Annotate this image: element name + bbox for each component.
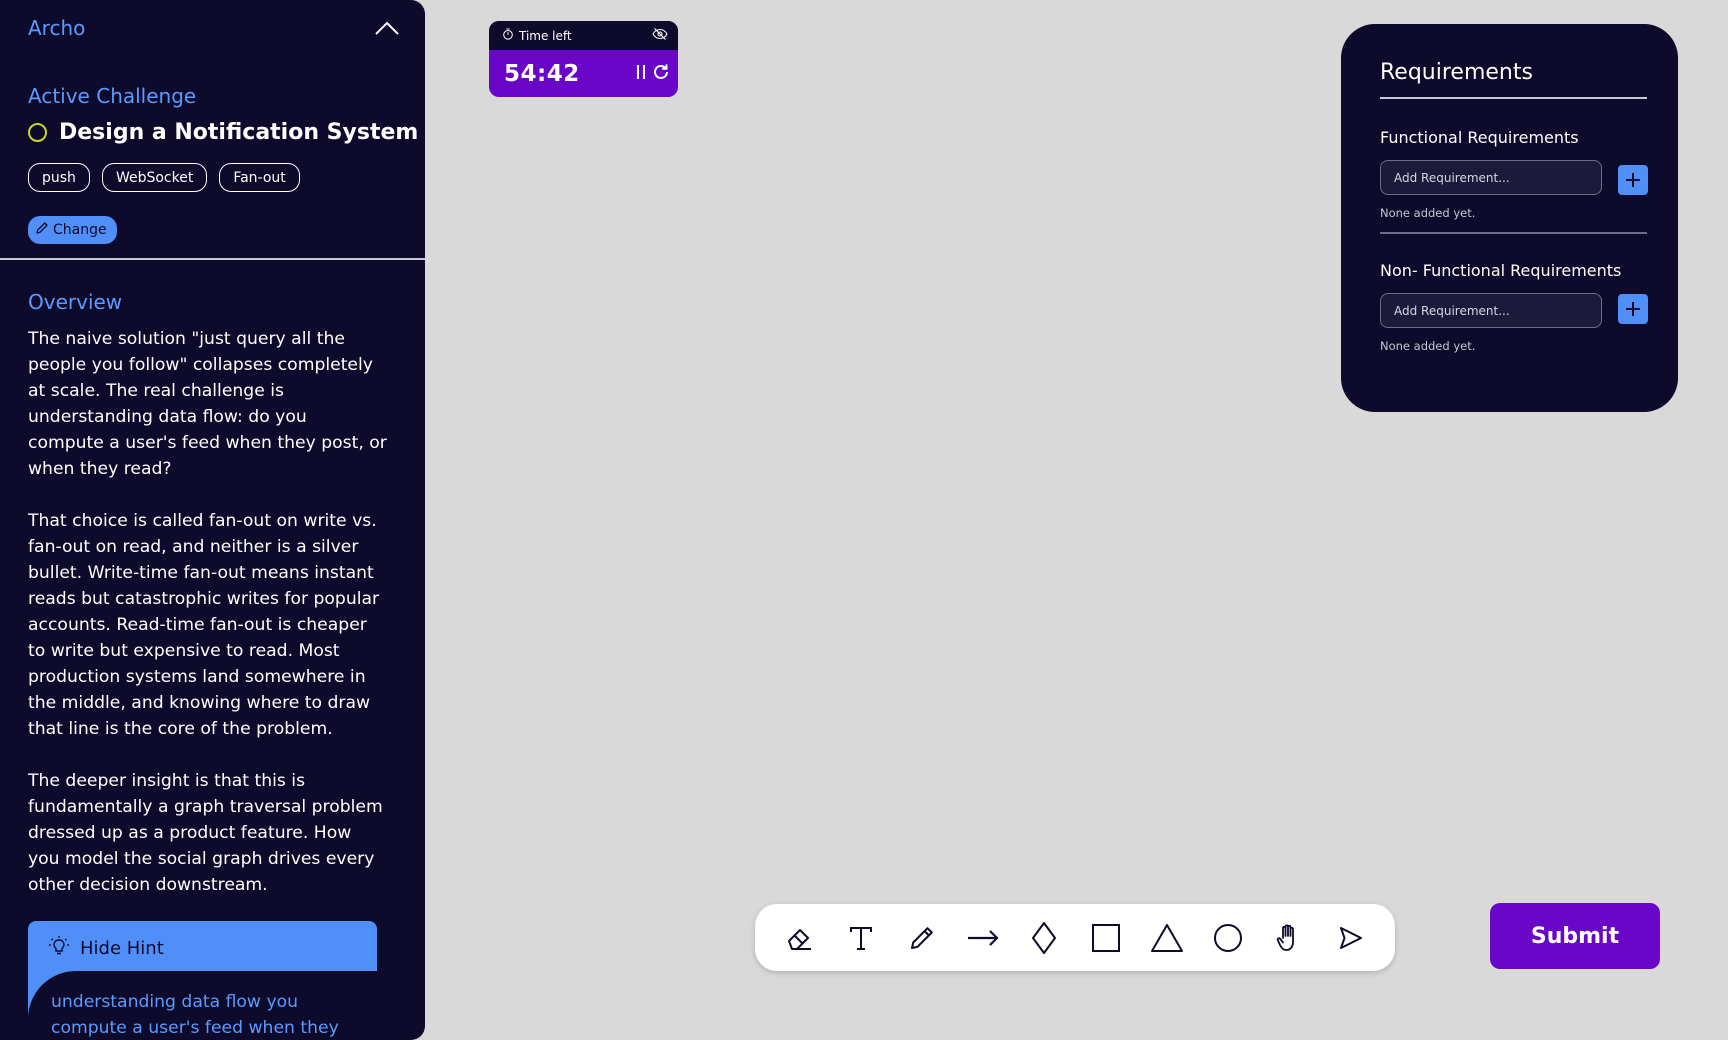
requirements-title: Requirements — [1380, 60, 1533, 85]
overview-label: Overview — [28, 290, 123, 314]
timer-widget: Time left 54:42 — [489, 21, 678, 97]
non-functional-requirements-title: Non- Functional Requirements — [1380, 261, 1622, 280]
sidebar-header: Archo — [28, 16, 401, 40]
hide-hint-label: Hide Hint — [80, 938, 164, 959]
pointer-icon[interactable] — [1327, 915, 1373, 961]
requirements-panel: Requirements Functional Requirements Non… — [1341, 24, 1678, 412]
add-non-functional-requirement-button[interactable] — [1618, 294, 1648, 324]
change-button-label: Change — [53, 222, 107, 238]
functional-empty-text: None added yet. — [1380, 206, 1476, 220]
requirements-section-divider — [1380, 232, 1647, 234]
pause-icon[interactable] — [634, 63, 648, 85]
challenge-title: Design a Notification System — [59, 120, 419, 145]
circle-icon[interactable] — [1205, 915, 1251, 961]
tag-push: push — [28, 163, 90, 192]
hint-text: understanding data flow you compute a us… — [51, 992, 339, 1038]
overview-paragraph: The naive solution "just query all the p… — [28, 329, 387, 479]
text-icon[interactable] — [838, 915, 884, 961]
lightbulb-icon — [48, 935, 70, 962]
hint-body: understanding data flow you compute a us… — [28, 971, 377, 1040]
tag-websocket: WebSocket — [101, 163, 208, 192]
active-challenge-label: Active Challenge — [28, 84, 197, 108]
overview-paragraph: That choice is called fan-out on write v… — [28, 511, 380, 739]
challenge-sidebar: Archo Active Challenge Design a Notifica… — [0, 0, 425, 1040]
plus-icon — [1626, 173, 1640, 187]
overview-paragraph: The deeper insight is that this is funda… — [28, 771, 383, 895]
diamond-icon[interactable] — [1021, 915, 1067, 961]
challenge-title-row: Design a Notification System — [28, 120, 418, 145]
drawing-toolbar — [755, 904, 1395, 971]
stopwatch-icon — [502, 28, 514, 43]
hint-panel: Hide Hint understanding data flow you co… — [28, 921, 377, 1040]
pencil-icon — [34, 220, 50, 240]
hand-icon[interactable] — [1266, 915, 1312, 961]
timer-controls — [634, 63, 670, 85]
functional-requirement-input[interactable] — [1380, 160, 1602, 195]
brand-name: Archo — [28, 16, 86, 40]
timer-body: 54:42 — [489, 50, 678, 97]
non-functional-requirement-input[interactable] — [1380, 293, 1602, 328]
non-functional-empty-text: None added yet. — [1380, 339, 1476, 353]
timer-label: Time left — [519, 28, 572, 43]
rectangle-icon[interactable] — [1083, 915, 1129, 961]
add-functional-requirement-button[interactable] — [1618, 165, 1648, 195]
plus-icon — [1626, 302, 1640, 316]
status-circle-icon — [28, 123, 47, 142]
pencil-icon[interactable] — [899, 915, 945, 961]
submit-button[interactable]: Submit — [1490, 903, 1660, 969]
chevron-up-icon[interactable] — [373, 17, 401, 39]
restart-icon[interactable] — [652, 63, 670, 85]
overview-text: The naive solution "just query all the p… — [28, 326, 388, 924]
timer-header: Time left — [489, 21, 678, 50]
hide-eye-icon[interactable] — [652, 28, 668, 43]
change-challenge-button[interactable]: Change — [28, 216, 117, 244]
eraser-icon[interactable] — [777, 915, 823, 961]
triangle-icon[interactable] — [1144, 915, 1190, 961]
functional-requirements-title: Functional Requirements — [1380, 128, 1579, 147]
hide-hint-button[interactable]: Hide Hint — [48, 935, 164, 962]
timer-value: 54:42 — [504, 60, 580, 87]
tag-fan-out: Fan-out — [219, 163, 300, 192]
arrow-icon[interactable] — [960, 915, 1006, 961]
challenge-tags: push WebSocket Fan-out — [28, 163, 300, 192]
requirements-title-divider — [1380, 97, 1647, 99]
sidebar-divider — [0, 258, 425, 260]
